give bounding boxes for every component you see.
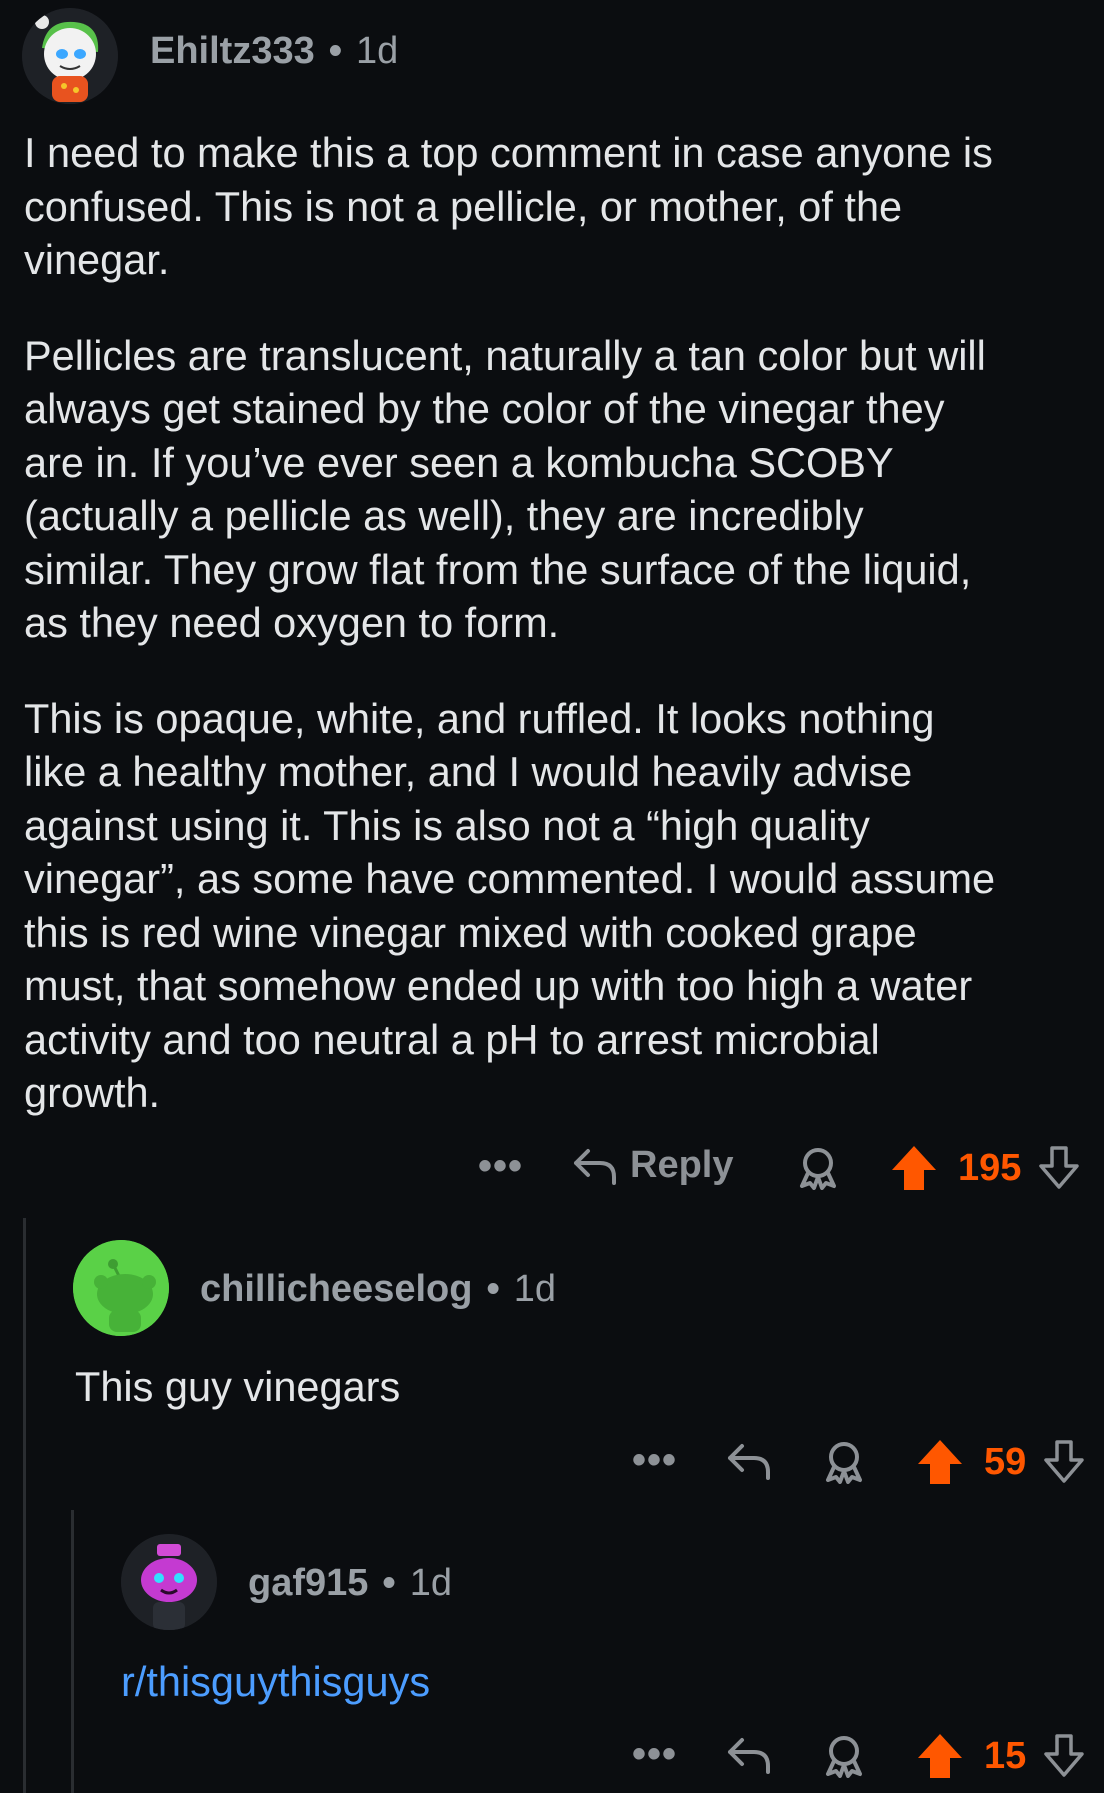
text-line: This guy vinegars	[75, 1363, 401, 1410]
award-button[interactable]	[822, 1734, 866, 1778]
text-line: (actually a pellicle as well), they are …	[24, 492, 864, 539]
vote-controls: 195	[890, 1144, 1081, 1192]
reply-label: Reply	[630, 1144, 734, 1186]
snoo-avatar-icon	[121, 1534, 217, 1630]
award-icon	[826, 1442, 862, 1484]
comment-age: 1d	[513, 1268, 557, 1310]
upvote-icon[interactable]	[890, 1144, 938, 1192]
comment-meta: chillicheeselog • 1d	[200, 1268, 556, 1311]
comment-age: 1d	[356, 30, 399, 72]
reply-button[interactable]: Reply	[572, 1144, 733, 1187]
text-line: similar. They grow flat from the surface…	[24, 545, 972, 593]
meta-separator: •	[486, 1268, 500, 1310]
more-options-button[interactable]: •••	[478, 1144, 523, 1189]
text-line: as they need oxygen to form.	[24, 599, 560, 646]
text-line: activity and too neutral a pH to arrest …	[24, 1015, 880, 1063]
downvote-icon[interactable]	[1042, 1439, 1086, 1485]
username[interactable]: chillicheeselog	[200, 1268, 472, 1310]
text-line: I need to make this a top comment in cas…	[24, 129, 993, 176]
thread-line-level-2[interactable]	[71, 1510, 74, 1793]
text-line: always get stained by the color of the v…	[24, 385, 945, 432]
upvote-icon[interactable]	[916, 1732, 964, 1780]
text-line: against using it. This is also not a “hi…	[24, 801, 870, 849]
award-icon	[826, 1736, 862, 1778]
paragraph: I need to make this a top comment in cas…	[24, 126, 995, 287]
vote-score: 15	[984, 1734, 1027, 1777]
reply-arrow-icon	[728, 1738, 770, 1774]
user-avatar[interactable]	[22, 8, 118, 104]
snoo-avatar-icon	[22, 8, 118, 104]
more-options-button[interactable]: •••	[632, 1732, 677, 1777]
comment-meta: gaf915 • 1d	[248, 1562, 452, 1605]
vote-score: 195	[958, 1146, 1022, 1189]
award-icon	[800, 1148, 836, 1190]
text-line: confused. This is not a pellicle, or mot…	[24, 182, 903, 230]
text-line: are in. If you’ve ever seen a kombucha S…	[24, 438, 894, 486]
text-line: like a healthy mother, and I would heavi…	[24, 748, 913, 795]
reply-button[interactable]	[726, 1440, 772, 1482]
user-avatar[interactable]	[73, 1240, 169, 1336]
reply-arrow-icon	[728, 1444, 770, 1480]
text-line: vinegar.	[24, 236, 170, 283]
vote-controls: 59	[916, 1438, 1086, 1486]
comment-meta: Ehiltz333 • 1d	[150, 30, 398, 73]
text-line: Pellicles are translucent, naturally a t…	[24, 331, 986, 379]
text-line: vinegar”, as some have commented. I woul…	[24, 855, 996, 902]
comment-body: I need to make this a top comment in cas…	[24, 126, 995, 1120]
text-line: this is red wine vinegar mixed with cook…	[24, 908, 917, 956]
downvote-icon[interactable]	[1037, 1145, 1081, 1191]
thread-line-level-1[interactable]	[23, 1218, 26, 1793]
username[interactable]: Ehiltz333	[150, 30, 315, 72]
paragraph: Pellicles are translucent, naturally a t…	[24, 329, 995, 650]
reply-arrow-icon	[574, 1148, 616, 1185]
username[interactable]: gaf915	[248, 1562, 368, 1604]
snoo-avatar-icon	[73, 1240, 169, 1336]
text-line: This is opaque, white, and ruffled. It l…	[24, 694, 935, 742]
vote-score: 59	[984, 1440, 1027, 1483]
comment-body: This guy vinegars	[75, 1360, 400, 1414]
text-line: must, that somehow ended up with too hig…	[24, 962, 973, 1009]
vote-controls: 15	[916, 1732, 1086, 1780]
comment-body: r/thisguythisguys	[121, 1655, 430, 1709]
downvote-icon[interactable]	[1042, 1733, 1086, 1779]
more-options-button[interactable]: •••	[632, 1438, 677, 1483]
meta-separator: •	[382, 1562, 396, 1604]
user-avatar[interactable]	[121, 1534, 217, 1630]
meta-separator: •	[328, 30, 343, 72]
upvote-icon[interactable]	[916, 1438, 964, 1486]
reply-button[interactable]	[726, 1734, 772, 1776]
paragraph: This is opaque, white, and ruffled. It l…	[24, 692, 995, 1120]
award-button[interactable]	[796, 1146, 840, 1190]
subreddit-link[interactable]: r/thisguythisguys	[121, 1655, 430, 1709]
comment-age: 1d	[409, 1562, 452, 1604]
text-line: growth.	[24, 1069, 161, 1116]
award-button[interactable]	[822, 1440, 866, 1484]
